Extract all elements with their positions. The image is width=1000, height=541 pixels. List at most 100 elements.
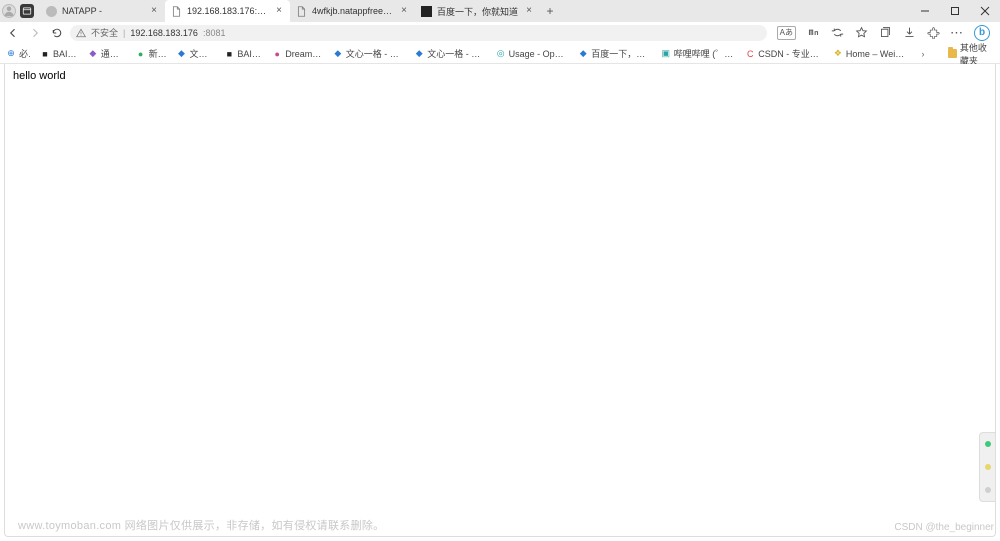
bookmark-label: CSDN - 专业开发者… bbox=[758, 47, 823, 60]
bookmark-icon: ◆ bbox=[333, 49, 343, 59]
bookmark-icon: ◆ bbox=[177, 49, 187, 59]
bookmark-label: BAI Chat bbox=[53, 49, 78, 59]
tab-natappfree[interactable]: 4wfkjb.natappfree.cc × bbox=[290, 0, 415, 22]
bookmark-wenxin-yige-2[interactable]: ◆文心一格 - AI艺术… bbox=[414, 47, 485, 60]
bookmark-tongyi[interactable]: ◆通义千问 bbox=[88, 47, 126, 60]
person-icon bbox=[3, 5, 15, 17]
minimize-button[interactable] bbox=[910, 0, 940, 22]
bookmark-icon: ◆ bbox=[578, 49, 588, 59]
bookmark-icon: ■ bbox=[224, 49, 234, 59]
bookmark-label: 哔哩哔哩 (゜-゜)つ… bbox=[674, 47, 735, 60]
refresh-button[interactable] bbox=[48, 24, 66, 42]
maximize-button[interactable] bbox=[940, 0, 970, 22]
url-port: :8081 bbox=[203, 28, 226, 38]
bookmark-label: DreamStudio bbox=[285, 49, 323, 59]
extensions-button[interactable] bbox=[926, 26, 940, 40]
baidu-icon bbox=[421, 6, 432, 17]
warning-icon bbox=[76, 28, 86, 38]
status-dot-green bbox=[985, 441, 991, 447]
more-button[interactable]: ⋯ bbox=[950, 26, 964, 40]
bookmark-icon: ◆ bbox=[88, 49, 98, 59]
bookmark-label: 必应 bbox=[19, 47, 30, 60]
bookmark-wenxin-yiyan[interactable]: ◆文心一言 bbox=[177, 47, 215, 60]
bookmark-openai-usage[interactable]: ◎Usage - OpenAI API bbox=[496, 49, 569, 59]
other-bookmarks-label: 其他收藏夹 bbox=[960, 41, 994, 67]
document-icon bbox=[171, 6, 182, 17]
tab-label: 192.168.183.176:8081 bbox=[187, 6, 269, 16]
bookmark-icon: ■ bbox=[40, 49, 50, 59]
window-controls bbox=[910, 0, 1000, 22]
forward-button[interactable] bbox=[26, 24, 44, 42]
close-window-button[interactable] bbox=[970, 0, 1000, 22]
bing-button[interactable]: b bbox=[974, 25, 990, 41]
sync-button[interactable] bbox=[830, 26, 844, 40]
bookmark-label: 文心一格 - AI艺术… bbox=[427, 47, 485, 60]
tab-baidu[interactable]: 百度一下，你就知道 × bbox=[415, 0, 540, 22]
favorites-button[interactable] bbox=[854, 26, 868, 40]
tab-label: 4wfkjb.natappfree.cc bbox=[312, 6, 394, 16]
bookmark-bai-chat-1[interactable]: ■BAI Chat bbox=[40, 49, 78, 59]
tab-label: NATAPP - bbox=[62, 6, 144, 16]
close-icon bbox=[980, 6, 990, 16]
watermark-right: CSDN @the_beginner bbox=[894, 522, 994, 533]
tab-close-button[interactable]: × bbox=[149, 6, 159, 16]
sync-icon bbox=[831, 26, 844, 39]
bookmark-bing[interactable]: ⊕必应 bbox=[6, 47, 30, 60]
status-dot-gray bbox=[985, 487, 991, 493]
bookmark-label: BAI Chat bbox=[237, 49, 262, 59]
star-icon bbox=[855, 26, 868, 39]
downloads-button[interactable] bbox=[902, 26, 916, 40]
profile-button[interactable] bbox=[2, 4, 16, 18]
url-input[interactable]: 不安全 | 192.168.183.176:8081 bbox=[70, 25, 767, 41]
page-body-text: hello world bbox=[5, 64, 995, 88]
bookmark-bai-chat-2[interactable]: ■BAI Chat bbox=[224, 49, 262, 59]
url-host: 192.168.183.176 bbox=[130, 28, 198, 38]
bookmarks-overflow-button[interactable]: › bbox=[918, 49, 929, 59]
bookmark-dreamstudio[interactable]: ●DreamStudio bbox=[272, 49, 323, 59]
bookmark-icon: C bbox=[745, 49, 755, 59]
tab-close-button[interactable]: × bbox=[274, 6, 284, 16]
document-icon bbox=[296, 6, 307, 17]
tab-actions-button[interactable] bbox=[20, 4, 34, 18]
tab-local-ip[interactable]: 192.168.183.176:8081 × bbox=[165, 0, 290, 22]
bookmark-baidu[interactable]: ◆百度一下，你就知道 bbox=[578, 47, 651, 60]
back-button[interactable] bbox=[4, 24, 22, 42]
bookmark-label: 文心一格 - AI艺术… bbox=[346, 47, 404, 60]
other-bookmarks-folder[interactable]: 其他收藏夹 bbox=[948, 41, 994, 67]
toolbar-icons: Aあ ⋯ b bbox=[771, 25, 996, 41]
new-tab-button[interactable]: + bbox=[540, 0, 560, 22]
bookmark-wenxin-yige-1[interactable]: ◆文心一格 - AI艺术… bbox=[333, 47, 404, 60]
bookmarks-bar: ⊕必应 ■BAI Chat ◆通义千问 ●新聊天 ◆文心一言 ■BAI Chat… bbox=[0, 44, 1000, 64]
download-icon bbox=[903, 26, 916, 39]
bookmark-icon: ◆ bbox=[414, 49, 424, 59]
watermark-left: www.toymoban.com 网络图片仅供展示，非存储，如有侵权请联系删除。 bbox=[18, 517, 384, 533]
address-bar: 不安全 | 192.168.183.176:8081 Aあ ⋯ b bbox=[0, 22, 1000, 44]
bookmark-wandb[interactable]: ❖Home – Weights &… bbox=[833, 49, 908, 59]
bookmark-icon: ● bbox=[272, 49, 282, 59]
bookmark-icon: ◎ bbox=[496, 49, 506, 59]
bookmark-icon: ▣ bbox=[661, 49, 671, 59]
translate-button[interactable]: Aあ bbox=[777, 26, 796, 40]
arrow-left-icon bbox=[7, 27, 19, 39]
read-aloud-button[interactable] bbox=[806, 26, 820, 40]
tab-close-button[interactable]: × bbox=[399, 6, 409, 16]
tab-close-button[interactable]: × bbox=[524, 6, 534, 16]
bookmark-label: 新聊天 bbox=[149, 47, 167, 60]
text-size-icon bbox=[807, 26, 820, 39]
status-dot-yellow bbox=[985, 464, 991, 470]
puzzle-icon bbox=[927, 26, 940, 39]
bookmark-icon: ⊕ bbox=[6, 49, 16, 59]
title-bar: NATAPP - × 192.168.183.176:8081 × 4wfkjb… bbox=[0, 0, 1000, 22]
refresh-icon bbox=[51, 27, 63, 39]
bookmark-bilibili[interactable]: ▣哔哩哔哩 (゜-゜)つ… bbox=[661, 47, 735, 60]
side-widget[interactable] bbox=[979, 432, 995, 502]
tab-natapp[interactable]: NATAPP - × bbox=[40, 0, 165, 22]
bookmark-newchat[interactable]: ●新聊天 bbox=[136, 47, 167, 60]
bookmark-icon: ● bbox=[136, 49, 146, 59]
bookmark-csdn[interactable]: CCSDN - 专业开发者… bbox=[745, 47, 823, 60]
collections-button[interactable] bbox=[878, 26, 892, 40]
arrow-right-icon bbox=[29, 27, 41, 39]
minimize-icon bbox=[920, 6, 930, 16]
tab-strip: NATAPP - × 192.168.183.176:8081 × 4wfkjb… bbox=[40, 0, 560, 22]
bookmark-label: Usage - OpenAI API bbox=[509, 49, 569, 59]
